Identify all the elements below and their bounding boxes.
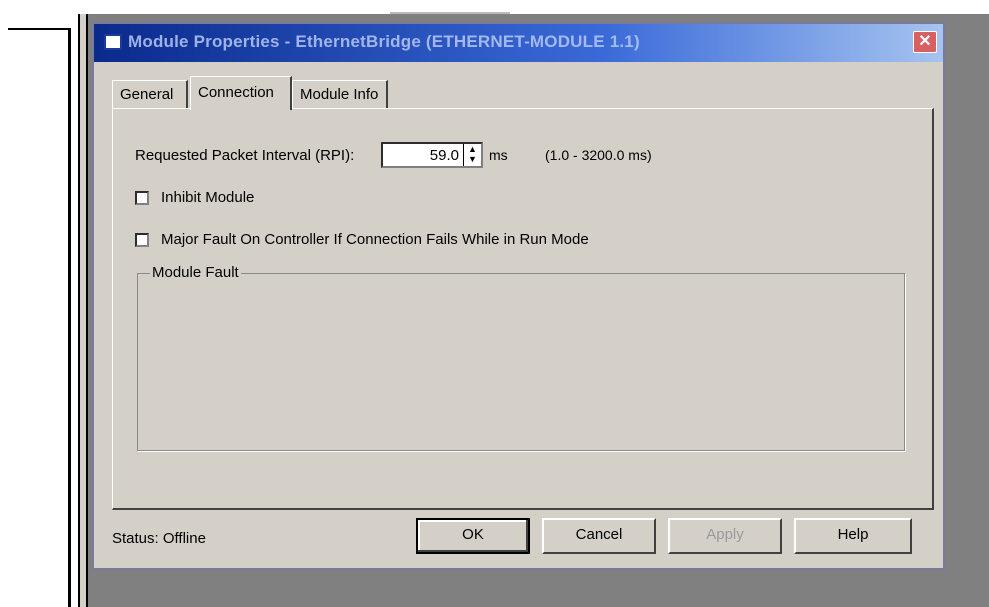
module-fault-group: Module Fault (137, 264, 905, 451)
tab-label: Module Info (300, 86, 379, 103)
close-button[interactable]: ✕ (913, 31, 937, 53)
background-top-strip (88, 0, 989, 14)
cancel-button[interactable]: Cancel (542, 518, 656, 554)
rpi-value: 59.0 (429, 147, 459, 164)
tab-label: Connection (198, 84, 274, 101)
ok-button[interactable]: OK (416, 518, 530, 554)
major-fault-checkbox[interactable] (135, 232, 149, 247)
rpi-units: ms (489, 147, 508, 163)
connection-tab-panel: Requested Packet Interval (RPI): 59.0 ▲ … (112, 108, 934, 510)
module-fault-label: Module Fault (150, 264, 241, 281)
window-icon (104, 34, 122, 50)
background-bottom-strip (88, 565, 948, 607)
background-left-pane (0, 0, 70, 607)
tab-connection[interactable]: Connection (190, 76, 292, 110)
rpi-input[interactable]: 59.0 ▲ ▼ (381, 142, 483, 168)
tab-label: General (120, 86, 174, 103)
inhibit-module-checkbox[interactable] (135, 190, 149, 205)
help-button[interactable]: Help (794, 518, 912, 554)
spin-up-icon[interactable]: ▲ (464, 144, 481, 154)
inhibit-module-label: Inhibit Module (161, 189, 255, 206)
inhibit-module-option[interactable]: Inhibit Module (135, 189, 254, 206)
rpi-label: Requested Packet Interval (RPI): (135, 147, 355, 164)
spin-down-icon[interactable]: ▼ (464, 154, 481, 164)
tab-general[interactable]: General (112, 80, 188, 108)
status-text: Status: Offline (112, 530, 206, 547)
close-icon: ✕ (918, 33, 932, 50)
major-fault-label: Major Fault On Controller If Connection … (161, 231, 589, 248)
major-fault-option[interactable]: Major Fault On Controller If Connection … (135, 231, 589, 248)
module-properties-dialog: Module Properties - EthernetBridge (ETHE… (92, 22, 945, 570)
apply-button[interactable]: Apply (668, 518, 782, 554)
background-left-pane-divider (8, 28, 70, 30)
dialog-title-bar[interactable]: Module Properties - EthernetBridge (ETHE… (94, 24, 943, 62)
dialog-title: Module Properties - EthernetBridge (ETHE… (128, 32, 640, 51)
rpi-range: (1.0 - 3200.0 ms) (545, 147, 652, 163)
tab-module-info[interactable]: Module Info (292, 80, 388, 108)
background-pane-border (78, 14, 80, 607)
background-pane-border (68, 28, 71, 607)
rpi-spinner[interactable]: ▲ ▼ (463, 144, 481, 166)
